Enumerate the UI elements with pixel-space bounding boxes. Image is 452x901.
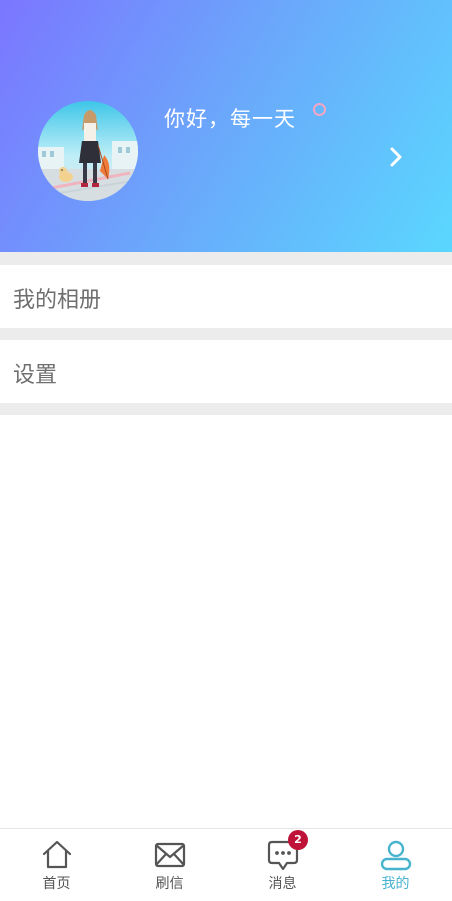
greeting-text: 你好，每一天 <box>164 107 296 131</box>
chevron-right-icon <box>390 147 402 167</box>
tab-label: 消息 <box>268 876 297 892</box>
avatar[interactable] <box>38 101 138 201</box>
tab-label: 我的 <box>381 876 410 892</box>
section-divider <box>0 403 452 415</box>
home-icon <box>42 840 72 869</box>
tab-label: 刷信 <box>155 876 184 892</box>
menu-item-label: 我的相册 <box>13 288 102 313</box>
section-divider <box>0 328 452 340</box>
section-divider <box>0 252 452 265</box>
profile-chevron-button[interactable] <box>382 143 410 171</box>
profile-header: 你好，每一天 <box>0 0 452 252</box>
mail-icon <box>154 842 186 868</box>
unread-badge: 2 <box>288 830 308 850</box>
tab-profile[interactable]: 我的 <box>339 829 452 901</box>
menu-item-settings[interactable]: 设置 <box>0 340 452 403</box>
tab-label: 首页 <box>42 876 71 892</box>
status-dot <box>313 103 326 116</box>
avatar-image <box>38 101 138 201</box>
user-icon <box>380 840 412 871</box>
tab-mail[interactable]: 刷信 <box>113 829 226 901</box>
menu-item-album[interactable]: 我的相册 <box>0 265 452 328</box>
tab-messages[interactable]: 2 消息 <box>226 829 339 901</box>
menu-item-label: 设置 <box>13 363 58 388</box>
bottom-tab-bar: 首页 刷信 2 消息 我的 <box>0 828 452 901</box>
tab-home[interactable]: 首页 <box>0 829 113 901</box>
